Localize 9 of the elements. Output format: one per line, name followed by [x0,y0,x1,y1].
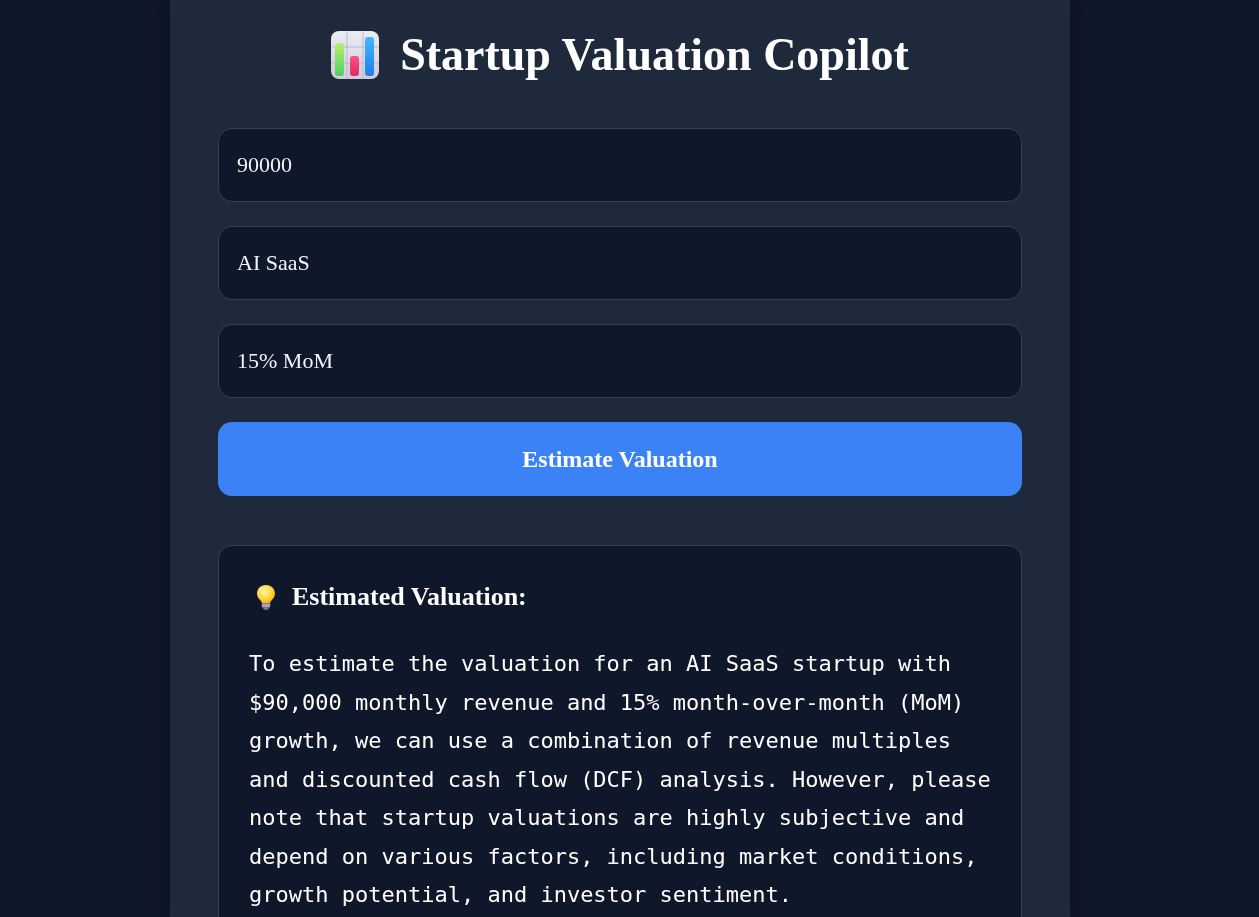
lightbulb-icon [255,584,277,610]
bar-chart-icon [331,31,380,79]
result-paragraph: To estimate the valuation for an AI SaaS startup with $90,000 monthly revenue and 15% month-over-month (MoM) growth, we can use a combination of revenue multiples and discounted cash flow (DCF) analysis. However, please note that startup valuations are highly subjective and depend on various factors, including market conditions, growth potential, and investor sentiment. [249,650,992,909]
input-field[interactable]: AI SaaS [218,226,1022,300]
input-field[interactable]: 15% MoM [218,324,1022,398]
app-title: Startup Valuation Copilot [400,28,909,82]
input-field[interactable]: 90000 [218,128,1022,202]
estimate-button[interactable]: Estimate Valuation [218,422,1022,496]
result-heading: Estimated Valuation: [292,582,527,612]
